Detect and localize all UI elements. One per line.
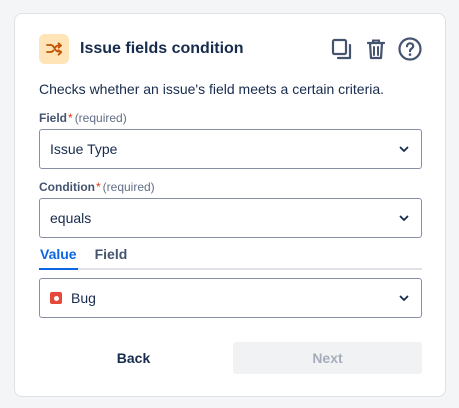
tab-field[interactable]: Field: [94, 246, 129, 268]
bug-icon: [50, 292, 62, 304]
chevron-down-icon: [399, 146, 409, 152]
trash-icon[interactable]: [363, 36, 389, 62]
required-text: (required): [102, 180, 155, 194]
required-mark: *: [95, 180, 101, 194]
rule-component-card: Issue fields condition Checks whether an…: [14, 13, 446, 397]
back-button[interactable]: Back: [39, 342, 228, 374]
card-description: Checks whether an issue's field meets a …: [39, 81, 385, 97]
chevron-down-icon: [399, 295, 409, 301]
condition-select[interactable]: equals: [39, 198, 422, 238]
condition-select-value: equals: [50, 210, 92, 226]
condition-label: Condition* (required): [39, 180, 155, 194]
field-label: Field* (required): [39, 111, 127, 125]
field-select-value: Issue Type: [50, 141, 118, 157]
required-mark: *: [68, 111, 73, 125]
field-label-text: Field: [39, 111, 68, 125]
value-select[interactable]: Bug: [39, 278, 422, 318]
chevron-down-icon: [399, 215, 409, 221]
value-select-value: Bug: [71, 290, 96, 306]
field-select[interactable]: Issue Type: [39, 129, 422, 169]
condition-label-text: Condition: [39, 180, 95, 194]
value-type-tabs: Value Field: [39, 246, 422, 270]
required-text: (required): [74, 111, 127, 125]
shuffle-icon: [39, 34, 69, 64]
tab-value[interactable]: Value: [39, 246, 78, 270]
card-title: Issue fields condition: [80, 40, 244, 57]
card-header: Issue fields condition: [39, 34, 423, 64]
next-button[interactable]: Next: [233, 342, 422, 374]
help-icon[interactable]: [397, 36, 423, 62]
copy-icon[interactable]: [329, 36, 355, 62]
